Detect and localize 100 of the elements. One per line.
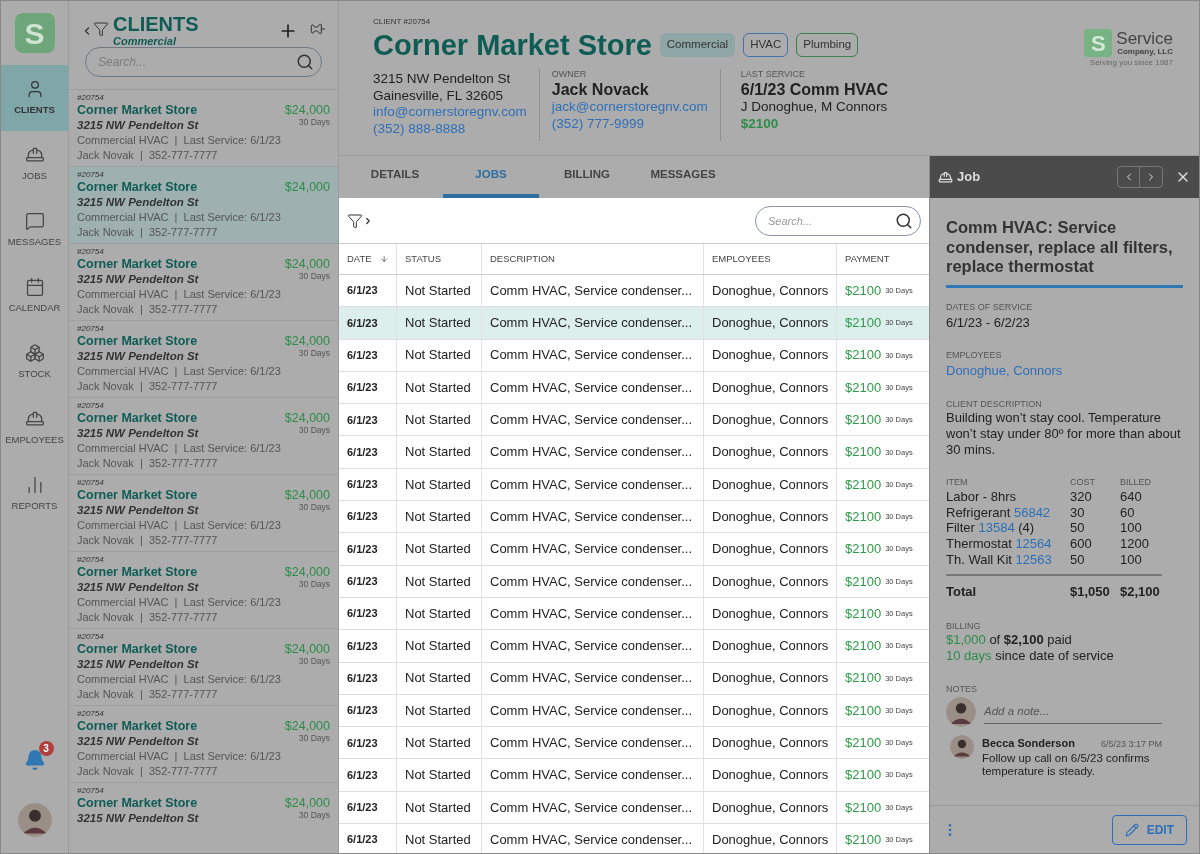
client-contact: Jack Novak | 352-777-7777 bbox=[77, 610, 218, 624]
item-name: Labor - 8hrs bbox=[946, 489, 1018, 505]
sort-arrow-icon[interactable] bbox=[379, 254, 388, 264]
column-header[interactable]: PAYMENT bbox=[845, 251, 890, 267]
table-cell-text: Not Started bbox=[405, 281, 471, 300]
table-cell-text: Not Started bbox=[405, 443, 471, 462]
company-logo-mark: S bbox=[1084, 29, 1113, 57]
payment-amount: $2100 bbox=[845, 701, 882, 720]
client-contact: Jack Novak | 352-777-7777 bbox=[77, 302, 218, 316]
payment-amount: $2100 bbox=[845, 669, 882, 688]
client-contact: Jack Novak | 352-777-7777 bbox=[77, 456, 218, 470]
billing-days: 10 days since date of service bbox=[946, 648, 1183, 664]
last-service-title: 6/1/23 Comm HVAC bbox=[740, 80, 889, 99]
column-header[interactable]: EMPLOYEES bbox=[712, 251, 771, 267]
search-field[interactable]: Search... bbox=[755, 205, 921, 236]
tab[interactable]: MESSAGES bbox=[635, 156, 731, 198]
item-name: Refrigerant 56842 bbox=[946, 504, 1052, 521]
table-cell-text: 6/1/23 bbox=[347, 767, 378, 783]
payment-terms: 30 Days bbox=[298, 271, 330, 281]
client-service: Commercial HVAC | Last Service: 6/1/23 bbox=[77, 441, 281, 456]
search-icon[interactable] bbox=[895, 211, 913, 230]
table-cell-text: Not Started bbox=[405, 507, 471, 526]
nav-item[interactable]: CALENDAR bbox=[1, 263, 68, 329]
column-header: ITEM bbox=[946, 475, 969, 489]
item-cost: 30 bbox=[1070, 504, 1086, 521]
filter-icon[interactable] bbox=[347, 212, 363, 229]
nav-item[interactable]: STOCK bbox=[1, 329, 68, 395]
client-amount: $24,000 bbox=[284, 719, 330, 733]
client-amount: $24,000 bbox=[284, 103, 330, 117]
pin-icon[interactable] bbox=[310, 21, 326, 37]
table-cell-text: 6/1/23 bbox=[347, 574, 378, 590]
total-billed: $2,100 bbox=[1120, 582, 1160, 601]
client-address: 3215 NW Pendelton St bbox=[77, 349, 200, 363]
table-cell-text: Not Started bbox=[405, 540, 471, 559]
notification-badge: 3 bbox=[38, 741, 54, 756]
client-number: CLIENT #20754 bbox=[373, 17, 432, 27]
client-name: Corner Market Store bbox=[77, 411, 199, 426]
client-amount: $24,000 bbox=[284, 411, 330, 425]
item-cost: 50 bbox=[1070, 520, 1086, 537]
hard-hat-icon bbox=[938, 169, 953, 185]
tab[interactable]: BILLING bbox=[539, 156, 635, 198]
client-name: Corner Market Store bbox=[77, 642, 199, 657]
table-cell-text: 6/1/23 bbox=[347, 509, 378, 525]
field-label: DATES OF SERVICE bbox=[946, 301, 1034, 313]
client-service: Commercial HVAC | Last Service: 6/1/23 bbox=[77, 595, 281, 610]
table-cell-text: 6/1/23 bbox=[347, 444, 378, 460]
list-subtitle: Commercial bbox=[113, 35, 178, 47]
nav-item[interactable]: EMPLOYEES bbox=[1, 395, 68, 461]
table-cell-text: Comm HVAC, Service condenser... bbox=[490, 314, 693, 333]
nav-item[interactable]: CLIENTS bbox=[1, 65, 68, 131]
item-billed: 60 bbox=[1120, 504, 1135, 521]
tab[interactable]: DETAILS bbox=[347, 156, 443, 198]
column-header: BILLED bbox=[1120, 475, 1152, 489]
expand-icon[interactable] bbox=[363, 215, 373, 226]
table-cell-text: 6/1/23 bbox=[347, 283, 378, 299]
avatar bbox=[950, 735, 974, 759]
payment-amount: $2100 bbox=[845, 637, 882, 656]
tag: HVAC bbox=[743, 33, 789, 57]
nav-item[interactable]: MESSAGES bbox=[1, 197, 68, 263]
table-cell-text: Donoghue, Connors bbox=[712, 411, 829, 430]
job-title: Comm HVAC: Service condenser, replace all filters, replace thermostat bbox=[946, 218, 1183, 288]
table-cell-text: Comm HVAC, Service condenser... bbox=[490, 669, 693, 688]
table-cell-text: Not Started bbox=[405, 314, 471, 333]
tag: Plumbing bbox=[796, 33, 859, 57]
boxes-icon bbox=[24, 342, 45, 363]
item-name: Th. Wall Kit 12563 bbox=[946, 551, 1053, 568]
table-cell-text: 6/1/23 bbox=[347, 703, 378, 719]
table-cell-text: Comm HVAC, Service condenser... bbox=[490, 572, 693, 591]
item-cost: 50 bbox=[1070, 551, 1086, 568]
client-address: 3215 NW Pendelton St bbox=[77, 657, 200, 671]
client-address: 3215 NW Pendelton St bbox=[77, 118, 200, 132]
table-cell-text: 6/1/23 bbox=[347, 832, 378, 848]
field-label: NOTES bbox=[946, 684, 978, 695]
nav-item[interactable]: JOBS bbox=[1, 131, 68, 197]
filter-icon[interactable] bbox=[93, 21, 109, 37]
table-cell-text: Donoghue, Connors bbox=[712, 378, 829, 397]
payment-terms: 30 Days bbox=[298, 733, 330, 743]
client-address: 3215 NW Pendelton St bbox=[77, 811, 200, 825]
search-icon[interactable] bbox=[296, 53, 314, 71]
client-amount: $24,000 bbox=[284, 565, 330, 579]
client-list-item[interactable]: #20754 Corner Market Store 3215 NW Pendelton St $24,000 Commercial HVAC | Last Service: 6/1/23 Jack Novak | 352-777-7777 bbox=[69, 167, 338, 244]
nav-item[interactable]: REPORTS bbox=[1, 461, 68, 527]
payment-amount: $2100 bbox=[845, 507, 882, 526]
client-number: #20754 bbox=[77, 170, 105, 180]
client-amount: $24,000 bbox=[284, 488, 330, 502]
company-tagline: Serving you since 1987 bbox=[1089, 57, 1173, 69]
column-header[interactable]: DATE bbox=[347, 251, 372, 267]
item-billed: 640 bbox=[1120, 489, 1142, 505]
note-field[interactable]: Add a note... bbox=[984, 699, 1162, 725]
note-author: Becca Sonderson bbox=[982, 736, 1075, 751]
client-name: Corner Market Store bbox=[77, 796, 199, 811]
payment-amount: $2100 bbox=[845, 443, 882, 462]
company-suffix: Company, LLC bbox=[1117, 47, 1173, 56]
client-address: 3215 NW Pendelton St bbox=[77, 734, 200, 748]
table-cell-text: Donoghue, Connors bbox=[712, 540, 829, 559]
client-name: Corner Market Store bbox=[77, 565, 199, 580]
client-contact: Jack Novak | 352-777-7777 bbox=[77, 148, 218, 162]
column-header[interactable]: DESCRIPTION bbox=[490, 251, 555, 267]
client-address: 3215 NW Pendelton St bbox=[77, 580, 200, 594]
column-header[interactable]: STATUS bbox=[405, 251, 442, 267]
